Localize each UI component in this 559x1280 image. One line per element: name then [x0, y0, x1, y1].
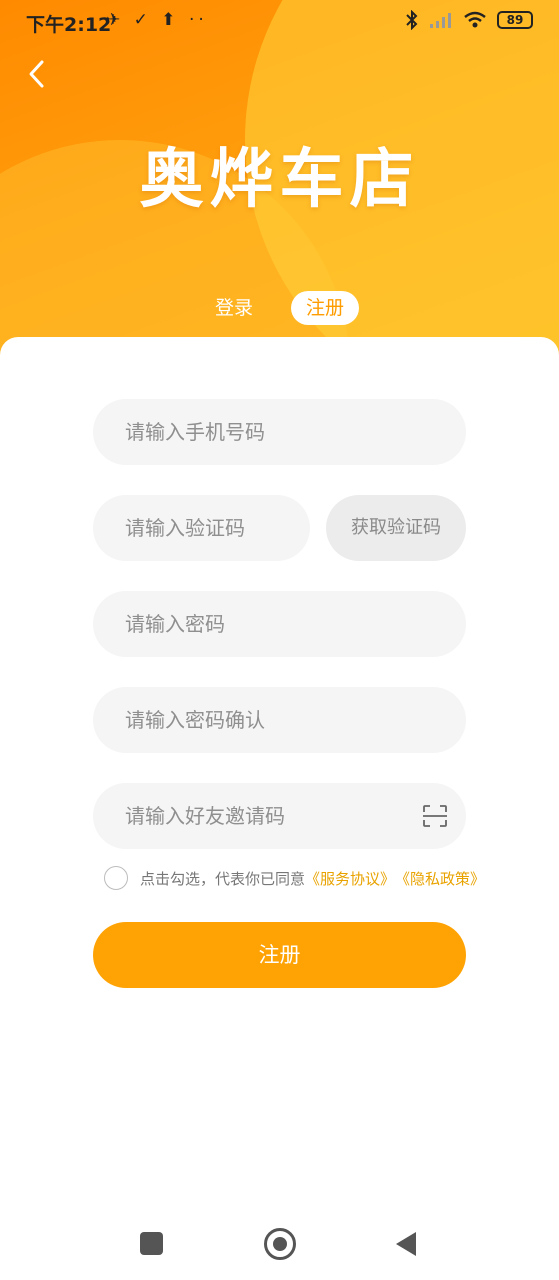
service-agreement-link[interactable]: 《服务协议》: [305, 868, 395, 889]
invite-field: [93, 783, 466, 849]
tab-login[interactable]: 登录: [203, 293, 265, 323]
signal-icon: [430, 13, 451, 28]
status-icons: 89: [405, 10, 533, 30]
scan-icon[interactable]: [422, 804, 448, 828]
tab-register[interactable]: 注册: [291, 291, 359, 325]
password-confirm-input[interactable]: [93, 687, 466, 753]
nav-square-icon[interactable]: [140, 1232, 163, 1255]
password-confirm-field: [93, 687, 466, 753]
battery-icon: 89: [497, 11, 533, 29]
password-field: [93, 591, 466, 657]
auth-tabs: 登录 注册: [0, 291, 559, 325]
agreement-row: 点击勾选，代表你已同意 《服务协议》 《隐私政策》: [104, 866, 485, 890]
get-code-button[interactable]: 获取验证码: [326, 495, 466, 561]
privacy-policy-link[interactable]: 《隐私政策》: [395, 868, 485, 889]
invite-code-input[interactable]: [93, 783, 466, 849]
agreement-text: 点击勾选，代表你已同意: [140, 869, 306, 888]
status-time: 下午2:12: [26, 14, 112, 36]
nav-home-icon[interactable]: [264, 1228, 296, 1260]
verification-code-input[interactable]: [93, 495, 310, 561]
code-field: [93, 495, 310, 561]
notification-icons: ✈ ✓ ⬆ ··: [106, 10, 208, 30]
agree-checkbox[interactable]: [104, 866, 128, 890]
phone-input[interactable]: [93, 399, 466, 465]
back-chevron-icon[interactable]: [22, 54, 56, 94]
system-nav-bar: [0, 1210, 559, 1280]
status-bar: 下午2:12 ✈ ✓ ⬆ ·· 89: [0, 0, 559, 44]
app-logo: 奥烨车店: [139, 143, 420, 217]
password-input[interactable]: [93, 591, 466, 657]
nav-back-icon[interactable]: [394, 1230, 418, 1258]
wifi-icon: [464, 11, 486, 28]
phone-field: [93, 399, 466, 465]
register-button[interactable]: 注册: [93, 922, 466, 988]
bluetooth-icon: [406, 10, 418, 30]
